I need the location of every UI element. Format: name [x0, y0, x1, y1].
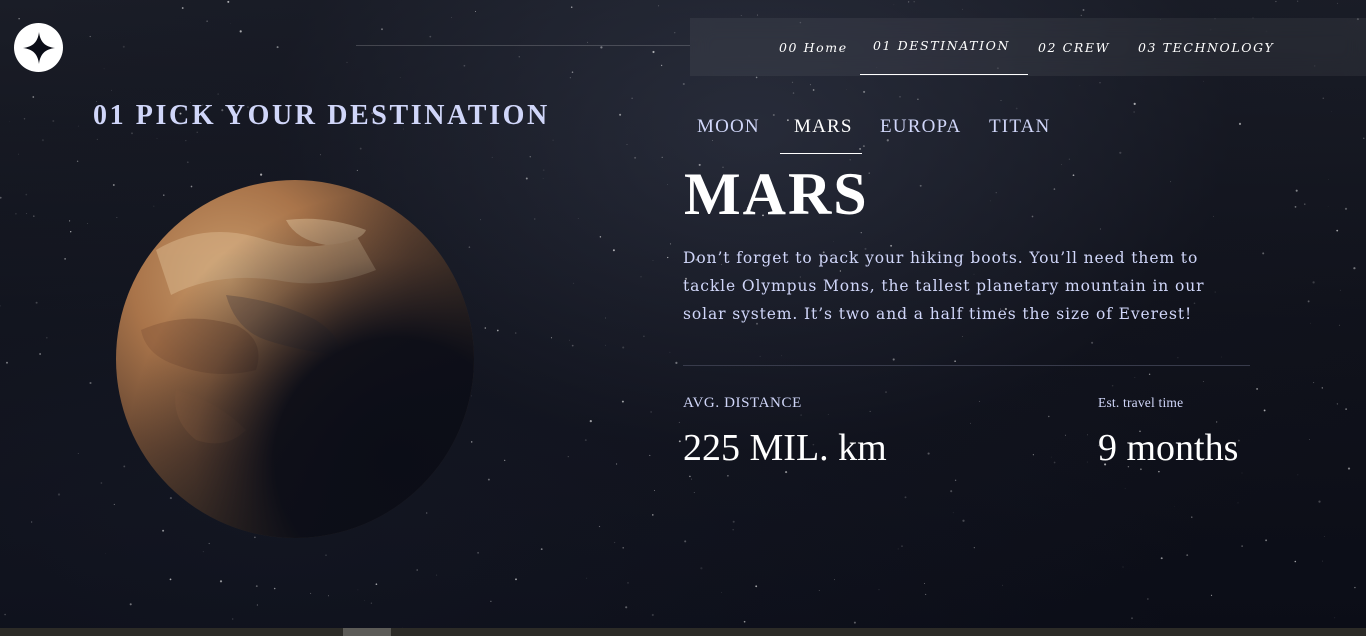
scrollbar-thumb[interactable]: [343, 628, 391, 636]
page-heading: 01 PICK YOUR DESTINATION: [93, 100, 550, 131]
mars-planet-image: [116, 180, 474, 538]
nav-item-home[interactable]: 00 Home: [779, 18, 848, 76]
four-point-star-icon: [22, 31, 55, 64]
tab-mars[interactable]: MARS: [794, 116, 853, 138]
tab-moon[interactable]: MOON: [697, 116, 760, 138]
logo-icon[interactable]: [14, 23, 63, 72]
destination-page: 00 Home 01 DESTINATION 02 CREW 03 TECHNO…: [0, 0, 1366, 636]
travel-time-label: Est. travel time: [1098, 395, 1184, 410]
destination-description: Don’t forget to pack your hiking boots. …: [683, 249, 1205, 323]
nav-item-technology[interactable]: 03 TECHNOLOGY: [1138, 18, 1274, 76]
destination-title: MARS: [684, 161, 869, 227]
nav-item-crew[interactable]: 02 CREW: [1038, 18, 1110, 76]
horizontal-scrollbar[interactable]: [0, 628, 1366, 636]
avg-distance-value: 225 MIL. km: [683, 427, 887, 469]
avg-distance-label: AVG. DISTANCE: [683, 395, 802, 411]
tab-europa[interactable]: EUROPA: [880, 116, 961, 138]
stats-divider: [683, 365, 1250, 366]
nav-item-destination[interactable]: 01 DESTINATION: [859, 16, 1029, 75]
header-decorative-line: [356, 45, 690, 46]
tab-titan[interactable]: TITAN: [989, 116, 1050, 138]
main-navigation: 00 Home 01 DESTINATION 02 CREW 03 TECHNO…: [690, 18, 1366, 76]
active-tab-indicator: [780, 153, 862, 154]
travel-time-value: 9 months: [1098, 427, 1239, 469]
